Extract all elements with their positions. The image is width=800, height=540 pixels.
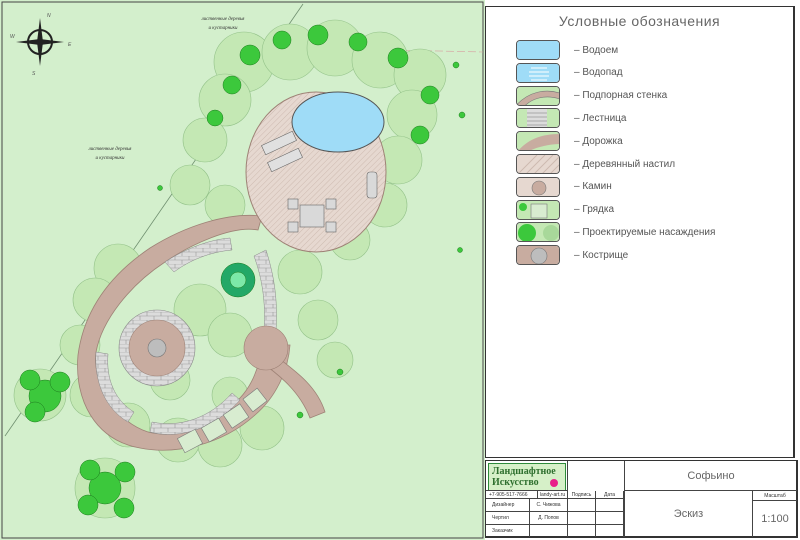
fireplace-circle <box>243 325 289 371</box>
firepit <box>147 338 167 358</box>
legend-swatch-planting <box>516 222 560 243</box>
website: landy-art.ru <box>538 491 568 499</box>
legend-panel: Условные обозначения – Водоем – Водопад – … <box>485 6 795 458</box>
legend-label: – Дорожка <box>574 135 623 147</box>
scale-value: 1:100 <box>752 501 797 537</box>
legend-label: – Водопад <box>574 67 623 79</box>
site-plan: N W E S лиственные деревья и кустарники … <box>0 0 485 540</box>
logo-line2: Искусство <box>492 477 539 488</box>
legend-title: Условные обозначения <box>558 13 721 29</box>
designer-role: Дизайнер <box>486 499 530 512</box>
drafter-role: Чертил <box>486 512 530 525</box>
terrace-circle <box>118 309 196 387</box>
legend-item-bed: – Грядка <box>516 199 615 220</box>
legend-label: – Грядка <box>574 204 615 216</box>
legend-swatch-firepit <box>516 245 560 266</box>
legend-item-planting: – Проектируемые насаждения <box>516 222 716 243</box>
designer-name: С. Чижова <box>530 499 568 512</box>
legend-item-path: – Дорожка <box>516 131 623 152</box>
legend-swatch-stairs <box>516 108 560 129</box>
sheet-name: Эскиз <box>624 491 752 537</box>
logo: Ландшафтное Искусство <box>486 461 568 491</box>
logo-line1: Ландшафтное <box>492 466 556 477</box>
client-role: Заказчик <box>486 525 530 537</box>
forest-label-top-line1: лиственные деревья <box>200 17 245 22</box>
forest-label-left-line1: лиственные деревья <box>87 147 132 152</box>
title-block: Ландшафтное Искусство +7-905-517-7666 la… <box>485 460 798 538</box>
legend-swatch-deck <box>516 154 560 174</box>
legend-swatch-bed <box>516 199 560 220</box>
scale-label: Масштаб <box>752 491 797 501</box>
legend-label: – Кострище <box>574 249 629 261</box>
legend-label: – Подпорная стенка <box>574 90 668 102</box>
legend-item-firepit: – Кострище <box>516 245 629 266</box>
compass-north: N <box>47 13 51 19</box>
legend-label: – Лестница <box>574 112 627 124</box>
legend-label: – Водоем <box>574 44 619 56</box>
pond <box>291 91 385 153</box>
legend-item-waterfall: – Водопад <box>516 62 623 83</box>
legend-swatch-waterfall <box>516 62 560 83</box>
wooden-deck <box>245 91 387 253</box>
legend-swatch-pond <box>516 40 560 60</box>
legend-item-stairs: – Лестница <box>516 108 627 129</box>
legend-swatch-fireplace <box>516 176 560 197</box>
legend-item-deck: – Деревянный настил <box>516 154 675 174</box>
legend-item-pond: – Водоем <box>516 40 618 60</box>
legend-swatch-wall <box>516 85 560 106</box>
client-name <box>530 525 568 537</box>
legend-swatch-path <box>516 131 560 152</box>
phone: +7-905-517-7666 <box>486 491 538 499</box>
logo-dot <box>550 479 558 487</box>
drafter-name: Д. Попов <box>530 512 568 525</box>
forest-label-top-line2: и кустарники <box>208 26 238 31</box>
legend-item-wall: – Подпорная стенка <box>516 85 668 106</box>
date-header: Дата <box>596 491 624 499</box>
legend-label: – Проектируемые насаждения <box>574 226 716 238</box>
project-name: Софьино <box>624 461 797 491</box>
legend-item-fireplace: – Камин <box>516 176 612 197</box>
legend-label: – Деревянный настил <box>574 158 676 170</box>
legend-label: – Камин <box>574 181 612 193</box>
forest-label-left-line2: и кустарники <box>95 156 125 161</box>
sign-header: Подпись <box>568 491 596 499</box>
